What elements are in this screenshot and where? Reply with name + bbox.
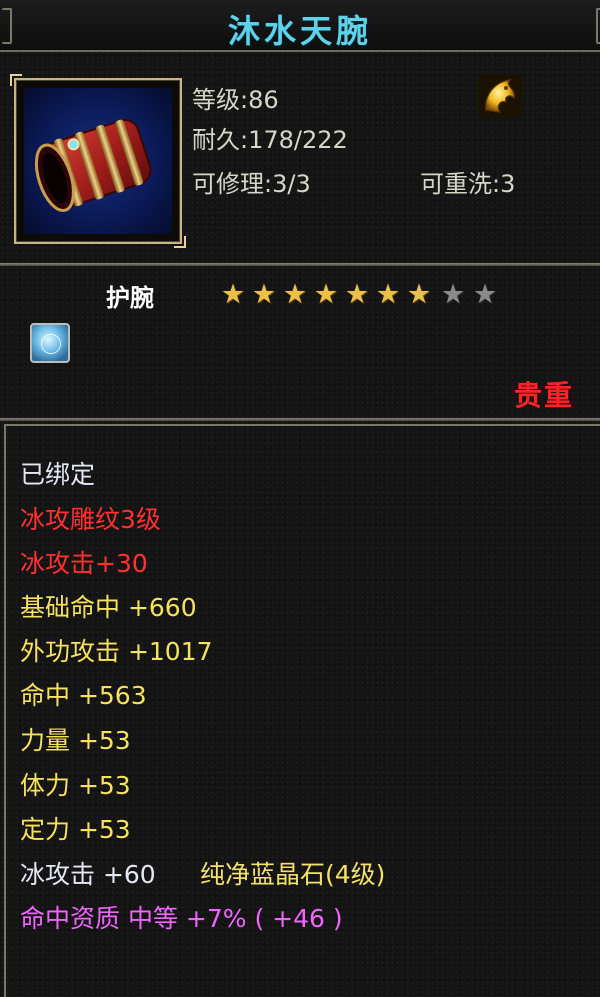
item-type-label: 护腕 — [106, 284, 154, 312]
star-icon: ★ — [344, 279, 370, 310]
durability-text: 耐久:178/222 — [192, 126, 348, 154]
gem-attr-value: 冰攻击 +60 — [20, 860, 156, 889]
item-title: 沐水天腕 — [227, 12, 372, 50]
outer-attack-attr: 外功攻击 +1017 — [20, 637, 213, 666]
star-icon: ★ — [406, 279, 432, 310]
item-tooltip: 沐水天腕 等级:86 耐久:178/222 可修理:3/3 可重洗:3 护腕 ★… — [0, 0, 600, 997]
star-icon: ★ — [375, 279, 401, 310]
star-icon: ★ — [472, 279, 498, 310]
star-icon: ★ — [313, 279, 339, 310]
focus-attr: 定力 +53 — [20, 815, 131, 844]
ice-gem-icon — [30, 323, 70, 363]
rarity-label: 贵重 — [513, 379, 574, 412]
gold-dragon-icon — [476, 72, 524, 120]
level-text: 等级:86 — [192, 86, 279, 114]
gem-name: 纯净蓝晶石(4级) — [200, 860, 386, 889]
item-icon-frame — [10, 74, 186, 248]
star-icon: ★ — [220, 279, 246, 310]
stamina-attr: 体力 +53 — [20, 771, 131, 800]
strength-attr: 力量 +53 — [20, 726, 131, 755]
title-bar: 沐水天腕 — [0, 0, 600, 52]
divider-line — [0, 263, 600, 266]
red-bracer-icon — [24, 88, 172, 234]
divider-line — [0, 418, 600, 421]
engrave-ice-attack-attr: 冰攻击+30 — [20, 549, 148, 578]
star-icon: ★ — [251, 279, 277, 310]
hit-attr: 命中 +563 — [20, 681, 147, 710]
base-hit-attr: 基础命中 +660 — [20, 593, 197, 622]
rewashable-text: 可重洗:3 — [420, 170, 516, 198]
star-icon: ★ — [440, 279, 466, 310]
hit-quality-attr: 命中资质 中等 +7% ( +46 ) — [20, 904, 343, 933]
engrave-attr: 冰攻雕纹3级 — [20, 505, 161, 534]
star-icon: ★ — [282, 279, 308, 310]
bound-status: 已绑定 — [20, 460, 96, 489]
repairable-text: 可修理:3/3 — [192, 170, 311, 198]
